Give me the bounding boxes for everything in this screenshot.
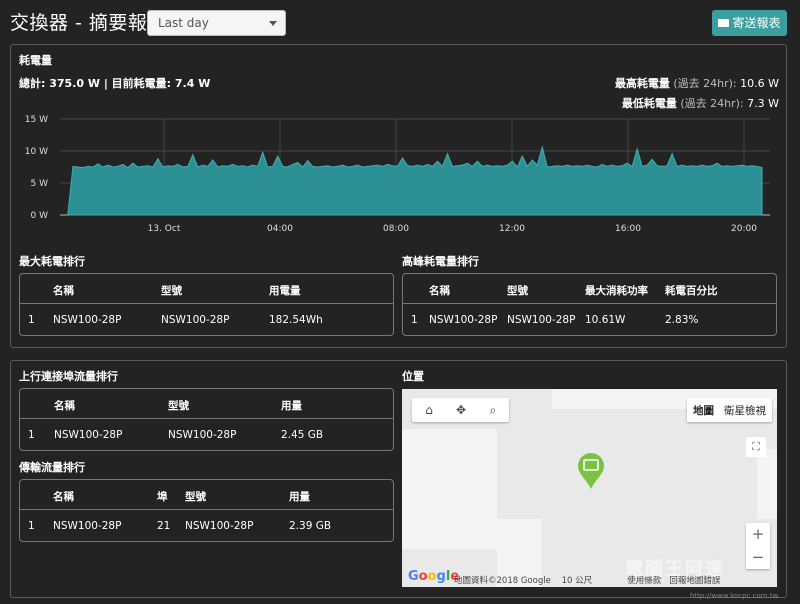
device-name-link[interactable]: NSW100-28P [429,314,497,326]
col-usage: 用量 [289,491,310,503]
row-model: NSW100-28P [185,520,254,532]
table-header: 名稱 型號 最大消耗功率 耗電百分比 [403,274,776,304]
col-model: 型號 [161,285,182,297]
row-percent: 2.83% [665,314,699,326]
transfer-rank-table: 名稱 埠 型號 用量 1 NSW100-28P 21 NSW100-28P 2.… [19,479,394,542]
y-tick-label: 15 W [25,115,48,125]
row-model: NSW100-28P [161,314,230,326]
col-max-power: 最大消耗功率 [585,285,648,297]
device-name-link[interactable]: NSW100-28P [53,520,121,532]
watermark-url: http://www.kocpc.com.tw [690,592,779,600]
x-tick-label: 04:00 [267,224,293,234]
zoom-in-button[interactable]: + [746,523,770,546]
map-type-map[interactable]: 地圖 [693,403,714,418]
col-name: 名稱 [54,400,75,412]
table-header: 名稱 型號 用量 [20,389,393,419]
row-rank: 1 [28,429,35,441]
locate-icon[interactable]: ✥ [446,398,476,422]
row-max-power: 10.61W [585,314,626,326]
col-name: 名稱 [53,285,74,297]
row-usage: 2.39 GB [289,520,332,532]
watermark: 電腦王阿達 [625,559,725,580]
device-name-link[interactable]: NSW100-28P [54,429,122,441]
col-model: 型號 [507,285,528,297]
col-percent: 耗電百分比 [665,285,718,297]
x-tick-label: 13. Oct [148,224,181,234]
col-usage: 用電量 [269,285,301,297]
peak-power-rank-title: 高峰耗電量排行 [402,255,479,268]
fullscreen-icon[interactable]: ⛶ [746,437,766,457]
peak-power-rank-table: 名稱 型號 最大消耗功率 耗電百分比 1 NSW100-28P NSW100-2… [402,273,777,336]
power-chart: 0 W 5 W 10 W 15 W 13. Oct 04:00 08:00 12:00 16:0… [25,115,770,234]
row-model: NSW100-28P [168,429,237,441]
power-series-area [67,145,763,216]
max-power-rank-title: 最大耗電排行 [19,255,85,268]
x-tick-label: 08:00 [383,224,409,234]
col-name: 名稱 [429,285,450,297]
location-marker-icon[interactable] [576,452,606,490]
y-tick-label: 10 W [25,147,48,157]
home-icon[interactable]: ⌂ [414,398,444,422]
row-port: 21 [157,520,171,532]
row-model: NSW100-28P [507,314,576,326]
map-scale: 10 公尺 [561,576,593,586]
device-name-link[interactable]: NSW100-28P [53,314,121,326]
x-tick-label: 12:00 [499,224,525,234]
x-tick-label: 20:00 [731,224,757,234]
uplink-rank-table: 名稱 型號 用量 1 NSW100-28P NSW100-28P 2.45 GB [19,388,394,451]
col-name: 名稱 [53,491,74,503]
map-data-credit: 地圖資料©2018 Google [454,576,551,586]
col-model: 型號 [185,491,206,503]
map-type-satellite[interactable]: 衛星檢視 [724,403,766,418]
y-tick-label: 0 W [31,211,49,221]
max-power-rank-table: 名稱 型號 用電量 1 NSW100-28P NSW100-28P 182.54… [19,273,394,336]
map-block [757,449,777,519]
location-title: 位置 [402,370,424,383]
row-rank: 1 [411,314,418,326]
col-usage: 用量 [281,400,302,412]
table-header: 名稱 型號 用電量 [20,274,393,304]
row-rank: 1 [28,314,35,326]
map-type-control: 地圖 衛星檢視 [687,398,772,422]
row-rank: 1 [28,520,35,532]
uplink-rank-title: 上行連接埠流量排行 [19,370,118,383]
table-header: 名稱 埠 型號 用量 [20,480,393,510]
search-icon[interactable]: ⌕ [478,398,508,422]
google-logo: Google [408,569,460,584]
map-block [402,429,497,549]
row-usage: 2.45 GB [281,429,324,441]
map-toolbar: ⌂ ✥ ⌕ [412,398,509,422]
zoom-control: + − [746,523,770,569]
zoom-out-button[interactable]: − [746,546,770,569]
y-tick-label: 5 W [31,179,49,189]
col-model: 型號 [168,400,189,412]
transfer-rank-title: 傳輸流量排行 [19,461,85,474]
row-usage: 182.54Wh [269,314,323,326]
col-port: 埠 [157,491,168,503]
x-tick-label: 16:00 [615,224,641,234]
